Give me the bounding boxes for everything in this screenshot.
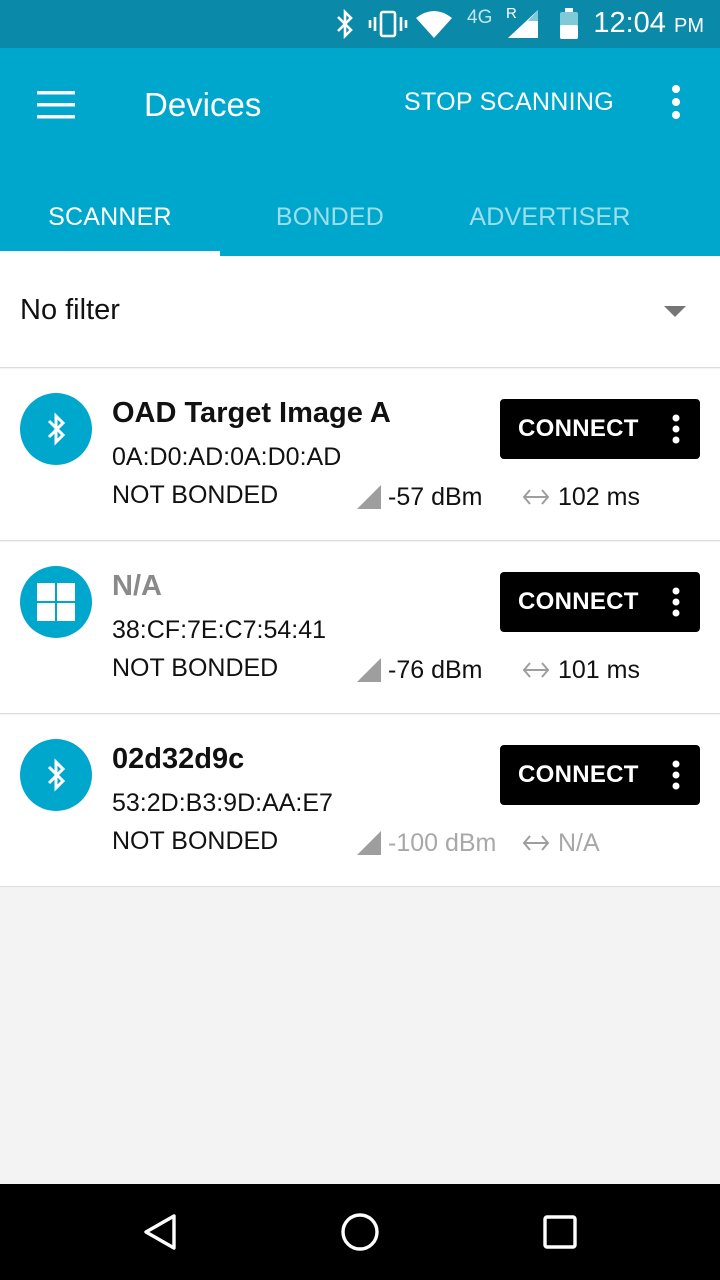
- hamburger-menu-icon: [37, 91, 75, 119]
- overflow-menu-button[interactable]: [660, 82, 692, 122]
- device-list-item[interactable]: N/A 38:CF:7E:C7:54:41 NOT BONDED -76 dBm…: [0, 542, 720, 714]
- interval-value: N/A: [522, 828, 600, 858]
- interval-arrows-icon: [522, 833, 550, 853]
- rssi-value: -76 dBm: [356, 655, 482, 685]
- bond-state: NOT BONDED: [112, 654, 279, 682]
- stop-scanning-button[interactable]: STOP SCANNING: [404, 88, 614, 117]
- home-button[interactable]: [324, 1204, 396, 1260]
- page-title: Devices: [144, 86, 262, 123]
- tab-bonded[interactable]: BONDED: [220, 178, 440, 256]
- status-bar: 4G R 12:04 PM: [0, 0, 720, 48]
- signal-strength-icon: [357, 485, 381, 509]
- bond-state: NOT BONDED: [112, 481, 279, 509]
- more-vert-icon[interactable]: [666, 582, 686, 622]
- connect-label: CONNECT: [518, 415, 639, 442]
- interval-value: 102 ms: [522, 482, 640, 512]
- more-vert-icon[interactable]: [666, 755, 686, 795]
- connect-button[interactable]: CONNECT: [500, 572, 700, 632]
- interval-text: N/A: [558, 828, 600, 857]
- device-name: 02d32d9c: [112, 743, 245, 775]
- rssi-value: -57 dBm: [356, 482, 482, 512]
- clock-time: 12:04: [593, 7, 666, 39]
- interval-value: 101 ms: [522, 655, 640, 685]
- bond-state: NOT BONDED: [112, 827, 279, 855]
- vibrate-icon: [368, 8, 408, 40]
- connect-button[interactable]: CONNECT: [500, 745, 700, 805]
- bluetooth-icon: [20, 739, 92, 811]
- connect-label: CONNECT: [518, 588, 639, 615]
- back-icon: [144, 1214, 176, 1250]
- device-list-item[interactable]: OAD Target Image A 0A:D0:AD:0A:D0:AD NOT…: [0, 369, 720, 541]
- bluetooth-icon: [20, 393, 92, 465]
- wifi-icon: [415, 8, 453, 40]
- filter-dropdown[interactable]: No filter: [0, 256, 720, 368]
- more-vert-icon[interactable]: [666, 409, 686, 449]
- network-type-label: 4G: [467, 7, 493, 28]
- device-address: 38:CF:7E:C7:54:41: [112, 616, 327, 644]
- interval-text: 101 ms: [558, 655, 640, 684]
- signal-strength-icon: [357, 658, 381, 682]
- status-clock: 12:04 PM: [593, 7, 704, 40]
- home-icon: [341, 1213, 379, 1251]
- device-address: 53:2D:B3:9D:AA:E7: [112, 789, 333, 817]
- interval-arrows-icon: [522, 487, 550, 507]
- recents-icon: [543, 1215, 577, 1249]
- windows-icon: [20, 566, 92, 638]
- device-list-item[interactable]: 02d32d9c 53:2D:B3:9D:AA:E7 NOT BONDED -1…: [0, 715, 720, 887]
- tab-scanner[interactable]: SCANNER: [0, 178, 220, 256]
- signal-strength-icon: [357, 831, 381, 855]
- tab-bar: SCANNER BONDED ADVERTISER: [0, 178, 720, 256]
- battery-icon: [556, 8, 582, 40]
- bluetooth-icon: [332, 8, 358, 40]
- back-button[interactable]: [124, 1204, 196, 1260]
- connect-button[interactable]: CONNECT: [500, 399, 700, 459]
- connect-label: CONNECT: [518, 761, 639, 788]
- recents-button[interactable]: [524, 1204, 596, 1260]
- device-address: 0A:D0:AD:0A:D0:AD: [112, 443, 342, 471]
- signal-icon: [506, 8, 540, 40]
- system-nav-bar: [0, 1184, 720, 1280]
- dropdown-arrow-icon: [664, 306, 686, 317]
- interval-text: 102 ms: [558, 482, 640, 511]
- more-vert-icon: [672, 85, 680, 119]
- rssi-text: -100 dBm: [388, 828, 497, 857]
- filter-label: No filter: [20, 294, 120, 326]
- tab-advertiser[interactable]: ADVERTISER: [440, 178, 660, 256]
- device-name: OAD Target Image A: [112, 397, 391, 429]
- interval-arrows-icon: [522, 660, 550, 680]
- clock-ampm: PM: [674, 15, 704, 37]
- rssi-text: -76 dBm: [388, 655, 483, 684]
- rssi-text: -57 dBm: [388, 482, 483, 511]
- device-name: N/A: [112, 570, 162, 602]
- rssi-value: -100 dBm: [356, 828, 496, 858]
- menu-button[interactable]: [26, 78, 86, 132]
- app-bar: Devices STOP SCANNING SCANNER BONDED ADV…: [0, 48, 720, 256]
